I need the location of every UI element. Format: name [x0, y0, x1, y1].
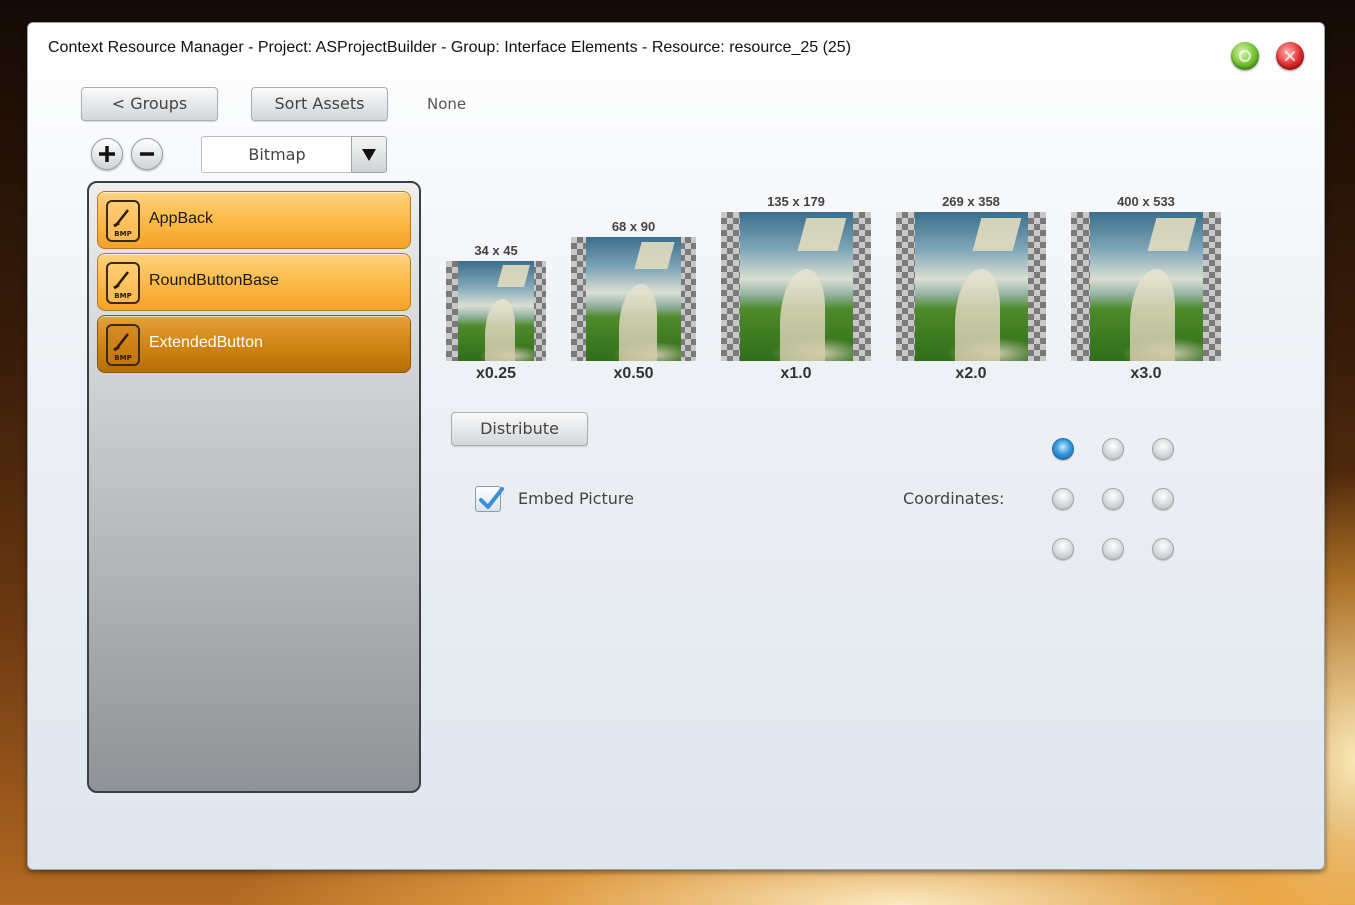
list-item-roundbuttonbase[interactable]: BMP RoundButtonBase — [97, 253, 411, 311]
preview-image — [446, 261, 546, 361]
list-item-label: ExtendedButton — [149, 334, 263, 351]
coord-radio-top-center[interactable] — [1102, 438, 1124, 460]
preview-scale-label: x0.25 — [475, 365, 517, 382]
triangle-down-icon — [362, 149, 376, 161]
sort-assets-button[interactable]: Sort Assets — [251, 87, 388, 121]
groups-back-button[interactable]: < Groups — [81, 87, 218, 121]
embed-picture-label: Embed Picture — [518, 489, 634, 508]
plus-icon — [99, 146, 115, 162]
preview-scale-label: x1.0 — [780, 365, 812, 382]
coord-radio-bottom-center[interactable] — [1102, 538, 1124, 560]
window-title: Context Resource Manager - Project: ASPr… — [48, 39, 852, 56]
coord-radio-middle-right[interactable] — [1152, 488, 1174, 510]
distribute-button[interactable]: Distribute — [451, 412, 588, 446]
green-ok-icon — [1239, 50, 1251, 62]
asset-list: BMP AppBack BMP RoundButtonBase BMP Exte… — [87, 181, 421, 793]
bmp-icon: BMP — [106, 324, 140, 366]
checkmark-icon — [479, 487, 504, 509]
list-item-extendedbutton[interactable]: BMP ExtendedButton — [97, 315, 411, 373]
svg-text:BMP: BMP — [114, 292, 131, 300]
coord-radio-bottom-left[interactable] — [1052, 538, 1074, 560]
coord-radio-bottom-right[interactable] — [1152, 538, 1174, 560]
bmp-icon: BMP — [106, 262, 140, 304]
status-label: None — [427, 95, 467, 113]
preview-x3.0: 400 x 533 x3.0 — [1071, 194, 1221, 382]
preview-scale-label: x3.0 — [1130, 365, 1162, 382]
minus-icon — [140, 152, 154, 156]
list-item-label: RoundButtonBase — [149, 272, 279, 289]
svg-text:BMP: BMP — [114, 354, 131, 362]
preview-image — [721, 212, 871, 361]
asset-type-dropdown-button[interactable] — [351, 136, 387, 173]
list-item-label: AppBack — [149, 210, 214, 227]
preview-x0.25: 34 x 45 x0.25 — [446, 243, 546, 382]
preview-scale-label: x0.50 — [613, 365, 654, 382]
preview-size-label: 34 x 45 — [474, 243, 518, 258]
add-asset-button[interactable] — [91, 138, 123, 170]
preview-scale-label: x2.0 — [955, 365, 987, 382]
preview-x0.50: 68 x 90 x0.50 — [571, 219, 696, 382]
asset-type-select[interactable]: Bitmap — [201, 136, 353, 173]
resource-manager-window: Context Resource Manager - Project: ASPr… — [27, 22, 1325, 870]
remove-asset-button[interactable] — [131, 138, 163, 170]
preview-x2.0: 269 x 358 x2.0 — [896, 194, 1046, 382]
close-window-button[interactable] — [1276, 42, 1304, 70]
red-close-icon — [1284, 50, 1296, 62]
bmp-icon: BMP — [106, 200, 140, 242]
preview-x1.0: 135 x 179 x1.0 — [721, 194, 871, 382]
preview-image — [1071, 212, 1221, 361]
coord-radio-top-right[interactable] — [1152, 438, 1174, 460]
preview-image — [571, 237, 696, 361]
preview-image — [896, 212, 1046, 361]
preview-size-label: 269 x 358 — [942, 194, 1000, 209]
ok-window-button[interactable] — [1231, 42, 1259, 70]
embed-picture-checkbox[interactable] — [475, 486, 504, 512]
svg-text:BMP: BMP — [114, 230, 131, 238]
coord-radio-middle-left[interactable] — [1052, 488, 1074, 510]
preview-size-label: 400 x 533 — [1117, 194, 1175, 209]
coordinates-label: Coordinates: — [903, 489, 1005, 508]
list-item-appback[interactable]: BMP AppBack — [97, 191, 411, 249]
preview-size-label: 68 x 90 — [611, 219, 656, 234]
coord-radio-center[interactable] — [1102, 488, 1124, 510]
coord-radio-top-left[interactable] — [1052, 438, 1074, 460]
preview-size-label: 135 x 179 — [767, 194, 825, 209]
